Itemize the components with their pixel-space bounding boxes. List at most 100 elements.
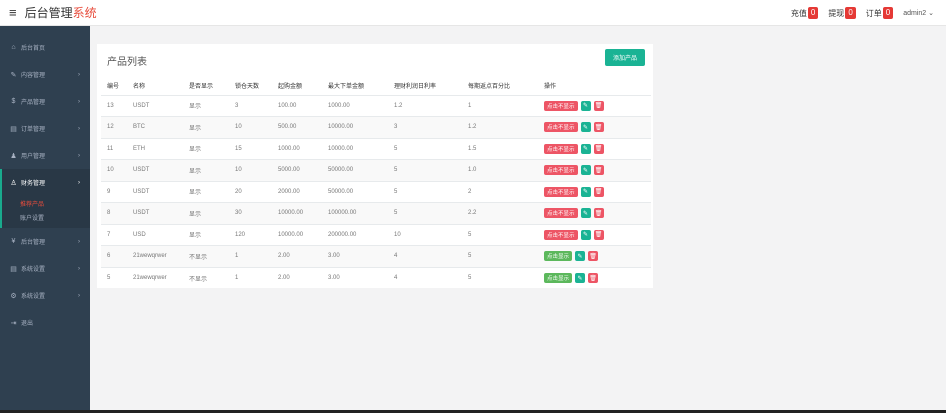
add-product-button[interactable]: 添加产品 xyxy=(605,49,645,66)
toggle-display-button[interactable]: 点击显示 xyxy=(544,273,573,283)
toggle-display-button[interactable]: 点击不显示 xyxy=(544,186,578,197)
cell-actions: 点击不显示 ✎ 🗑 xyxy=(538,94,651,117)
table-row: 6 21wewqrwer 不显示 1 2.00 3.00 4 5 点击显示 ✎ 🗑 xyxy=(101,245,651,267)
edit-icon[interactable]: ✎ xyxy=(575,251,586,262)
edit-icon[interactable]: ✎ xyxy=(580,122,591,133)
hamburger-icon[interactable]: ≡ xyxy=(9,6,17,19)
sidebar-item-logout[interactable]: ⇥ 退出 xyxy=(0,309,90,336)
home-icon: ⌂ xyxy=(11,44,16,51)
row-actions: 点击不显示 ✎ 🗑 xyxy=(544,229,651,240)
toggle-display-button[interactable]: 点击显示 xyxy=(544,251,573,262)
withdraw-link[interactable]: 提现 0 xyxy=(828,7,856,19)
sidebar-item-label: 后台管理 xyxy=(21,240,46,246)
toggle-display-button[interactable]: 点击不显示 xyxy=(544,165,578,176)
header-min: 起购金额 xyxy=(278,83,303,90)
cell-min: 2.00 xyxy=(272,266,322,289)
cell-rate: 3 xyxy=(388,116,462,138)
sidebar-item-home[interactable]: ⌂ 后台首页 xyxy=(0,34,90,61)
withdraw-badge: 0 xyxy=(845,7,856,19)
header-actions: 操作 xyxy=(544,83,557,90)
cell-rebate: 1.2 xyxy=(462,116,538,138)
order-badge: 0 xyxy=(882,7,894,19)
sidebar-item-products[interactable]: $ 产品管理 › xyxy=(0,88,90,115)
sidebar-item-finance[interactable]: ♙ 财务管理 › xyxy=(0,169,90,196)
cell-id: 5 xyxy=(101,266,127,289)
cell-min: 2.00 xyxy=(272,245,322,267)
cell-actions: 点击不显示 ✎ 🗑 xyxy=(538,116,651,138)
sidebar-item-settings[interactable]: ⚙ 系统设置 › xyxy=(0,282,90,309)
user-icon: ♟ xyxy=(10,152,17,160)
cell-rebate: 2.2 xyxy=(462,202,538,224)
cell-actions: 点击不显示 ✎ 🗑 xyxy=(538,137,651,160)
row-actions: 点击显示 ✎ 🗑 xyxy=(544,251,651,262)
edit-icon[interactable]: ✎ xyxy=(580,143,591,154)
table-row: 11 ETH 显示 15 1000.00 10000.00 5 1.5 点击不显示 ✎ 🗑 xyxy=(101,137,651,160)
toggle-display-button[interactable]: 点击不显示 xyxy=(544,143,578,154)
edit-icon[interactable]: ✎ xyxy=(580,165,591,176)
toggle-display-button[interactable]: 点击不显示 xyxy=(544,229,578,240)
cell-rate: 4 xyxy=(388,266,462,289)
trash-icon[interactable]: 🗑 xyxy=(593,229,604,240)
cell-id: 10 xyxy=(101,159,127,181)
order-link[interactable]: 订单 0 xyxy=(866,7,894,19)
cell-name: ETH xyxy=(127,137,183,160)
cell-id: 8 xyxy=(101,202,127,224)
toggle-display-button[interactable]: 点击不显示 xyxy=(544,100,578,111)
trash-icon[interactable]: 🗑 xyxy=(593,165,604,176)
trash-icon[interactable]: 🗑 xyxy=(593,122,604,133)
cell-days: 30 xyxy=(229,202,272,224)
chevron-right-icon: › xyxy=(78,71,80,78)
sidebar-item-backend[interactable]: ¥ 后台管理 › xyxy=(0,228,90,255)
cell-days: 3 xyxy=(229,94,272,117)
sidebar-item-users[interactable]: ♟ 用户管理 › xyxy=(0,142,90,169)
cell-min: 5000.00 xyxy=(272,159,322,181)
cell-min: 1000.00 xyxy=(272,137,322,160)
cell-rebate: 1 xyxy=(462,94,538,117)
cell-rate: 5 xyxy=(388,159,462,181)
cell-show: 不显示 xyxy=(183,245,229,267)
chevron-right-icon: › xyxy=(78,125,80,132)
row-actions: 点击不显示 ✎ 🗑 xyxy=(544,208,651,219)
trash-icon[interactable]: 🗑 xyxy=(588,251,599,262)
trash-icon[interactable]: 🗑 xyxy=(593,143,604,154)
edit-icon[interactable]: ✎ xyxy=(580,208,591,219)
header-days: 锁仓天数 xyxy=(235,83,260,90)
trash-icon[interactable]: 🗑 xyxy=(588,273,599,283)
sidebar-subitem-account[interactable]: 账户设置 xyxy=(2,210,90,224)
edit-icon[interactable]: ✎ xyxy=(575,273,586,283)
sidebar-item-content[interactable]: ✎ 内容管理 › xyxy=(0,61,90,88)
cell-rebate: 5 xyxy=(462,266,538,289)
row-actions: 点击显示 ✎ 🗑 xyxy=(544,273,651,283)
edit-icon[interactable]: ✎ xyxy=(580,229,591,240)
edit-icon[interactable]: ✎ xyxy=(580,100,591,111)
cell-name: USDT xyxy=(127,202,183,224)
cell-rate: 5 xyxy=(388,137,462,160)
top-navbar: ≡ 后台管理系统 充值 0 提现 0 订单 0 admin2 ⌄ xyxy=(0,0,946,26)
top-right-links: 充值 0 提现 0 订单 0 admin2 ⌄ xyxy=(791,0,934,26)
cell-days: 1 xyxy=(229,245,272,267)
row-actions: 点击不显示 ✎ 🗑 xyxy=(544,143,651,154)
logout-icon: ⇥ xyxy=(10,319,17,327)
clipboard-icon: ▤ xyxy=(10,125,17,133)
cell-id: 6 xyxy=(101,245,127,267)
sidebar-item-orders[interactable]: ▤ 订单管理 › xyxy=(0,115,90,142)
trash-icon[interactable]: 🗑 xyxy=(593,208,604,219)
chevron-right-icon: › xyxy=(78,265,80,272)
table-row: 12 BTC 显示 10 500.00 10000.00 3 1.2 点击不显示 ✎ 🗑 xyxy=(101,116,651,138)
brand-main: 后台管理 xyxy=(24,6,73,20)
trash-icon[interactable]: 🗑 xyxy=(593,100,604,111)
sidebar-item-list[interactable]: ▤ 系统设置 › xyxy=(0,255,90,282)
edit-icon[interactable]: ✎ xyxy=(580,186,591,197)
table-row: 5 21wewqrwer 不显示 1 2.00 3.00 4 5 点击显示 ✎ 🗑 xyxy=(101,266,651,289)
recharge-link[interactable]: 充值 0 xyxy=(791,7,819,19)
yen-icon: ¥ xyxy=(11,238,16,245)
cell-max: 1000.00 xyxy=(322,94,388,117)
cell-min: 10000.00 xyxy=(272,202,322,224)
sidebar-subitem-products[interactable]: 推荐产品 xyxy=(2,196,90,210)
cogs-icon: ⚙ xyxy=(10,292,17,300)
chevron-right-icon: › xyxy=(78,152,80,159)
toggle-display-button[interactable]: 点击不显示 xyxy=(544,122,578,133)
trash-icon[interactable]: 🗑 xyxy=(593,186,604,197)
user-menu[interactable]: admin2 ⌄ xyxy=(903,9,934,17)
toggle-display-button[interactable]: 点击不显示 xyxy=(544,208,578,219)
